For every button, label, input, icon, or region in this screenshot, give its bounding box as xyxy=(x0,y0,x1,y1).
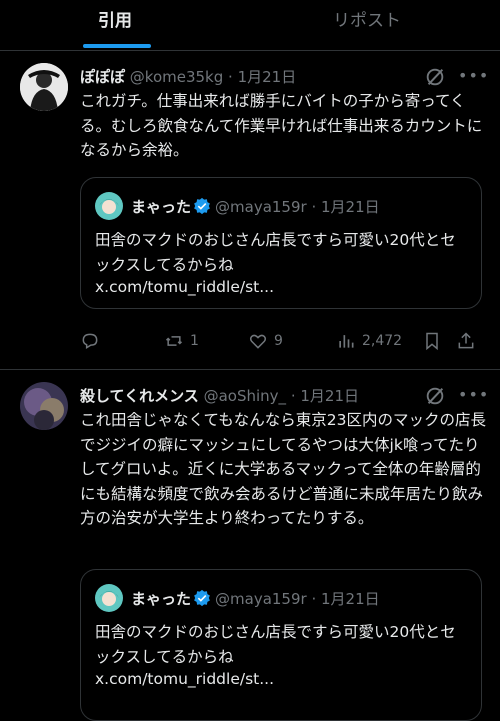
more-icon[interactable]: ••• xyxy=(458,66,489,85)
avatar[interactable] xyxy=(20,382,68,430)
post-text: これガチ。仕事出来れば勝手にバイトの子から寄ってくる。むしろ飲食なんて作業早けれ… xyxy=(80,92,483,159)
avatar[interactable] xyxy=(95,584,123,612)
bookmark-icon xyxy=(426,332,438,351)
share-icon xyxy=(458,332,474,349)
post-header: ぽぽぽ @kome35kg · 1月21日 xyxy=(80,66,296,87)
timestamp[interactable]: · 1月21日 xyxy=(228,68,296,86)
tab-quotes[interactable]: 引用 xyxy=(98,6,132,31)
tab-reposts[interactable]: リポスト xyxy=(333,6,401,31)
like-button[interactable]: 9 xyxy=(248,329,283,353)
avatar-image xyxy=(20,63,68,111)
quoted-post-header: まゃった @maya159r · 1月21日 xyxy=(131,588,380,609)
verified-badge-icon xyxy=(194,589,210,607)
display-name: まゃった xyxy=(131,590,192,608)
handle: @maya159r xyxy=(215,198,307,216)
quoted-post-link[interactable]: x.com/tomu_riddle/st... xyxy=(95,278,274,296)
share-button[interactable] xyxy=(456,329,476,353)
avatar-image xyxy=(95,192,123,220)
like-icon xyxy=(249,334,267,349)
grok-icon[interactable] xyxy=(424,66,446,88)
repost-icon xyxy=(165,336,183,346)
post-header: 殺してくれメンス @aoShiny_ · 1月21日 xyxy=(80,385,359,406)
handle: @maya159r xyxy=(215,590,307,608)
quoted-post[interactable]: まゃった @maya159r · 1月21日 田舎のマクドのおじさん店長ですら可愛… xyxy=(80,177,482,309)
display-name[interactable]: 殺してくれメンス xyxy=(80,387,199,405)
avatar[interactable] xyxy=(95,192,123,220)
timestamp: · 1月21日 xyxy=(311,198,380,216)
avatar-image xyxy=(20,382,68,430)
timestamp: · 1月21日 xyxy=(311,590,380,608)
like-count: 9 xyxy=(274,333,283,349)
handle[interactable]: @kome35kg xyxy=(130,68,223,86)
quoted-post-text: 田舎のマクドのおじさん店長ですら可愛い20代とセックスしてるからね xyxy=(95,231,456,274)
views-icon xyxy=(339,335,354,348)
tab-bar: 引用 リポスト xyxy=(0,0,500,51)
repost-button[interactable]: 1 xyxy=(164,329,199,353)
quoted-post[interactable]: まゃった @maya159r · 1月21日 田舎のマクドのおじさん店長ですら可愛… xyxy=(80,569,482,721)
quoted-post-text: 田舎のマクドのおじさん店長ですら可愛い20代とセックスしてるからね xyxy=(95,623,456,666)
handle[interactable]: @aoShiny_ xyxy=(204,387,286,405)
quoted-post-header: まゃった @maya159r · 1月21日 xyxy=(131,196,380,217)
display-name[interactable]: ぽぽぽ xyxy=(80,68,125,86)
grok-icon[interactable] xyxy=(424,385,446,407)
avatar[interactable] xyxy=(20,63,68,111)
post[interactable]: 殺してくれメンス @aoShiny_ · 1月21日 ••• これ田舎じゃなくて… xyxy=(0,370,500,721)
post-text: これ田舎じゃなくてもなんなら東京23区内のマックの店長でジジイの癖にマッシュにし… xyxy=(80,411,486,527)
avatar-image xyxy=(95,584,123,612)
post[interactable]: ぽぽぽ @kome35kg · 1月21日 ••• これガチ。仕事出来れば勝手に… xyxy=(0,51,500,369)
repost-count: 1 xyxy=(190,333,199,349)
reply-button[interactable] xyxy=(80,329,106,353)
verified-badge-icon xyxy=(194,197,210,215)
more-icon[interactable]: ••• xyxy=(458,385,489,404)
post-actions: 1 9 2,472 xyxy=(80,329,500,353)
active-tab-indicator xyxy=(83,44,151,48)
bookmark-button[interactable] xyxy=(422,329,442,353)
display-name: まゃった xyxy=(131,198,192,216)
quoted-post-link[interactable]: x.com/tomu_riddle/st... xyxy=(95,670,274,688)
timestamp[interactable]: · 1月21日 xyxy=(291,387,359,405)
views-button[interactable]: 2,472 xyxy=(336,329,402,353)
view-count: 2,472 xyxy=(362,333,403,349)
reply-icon xyxy=(82,333,98,349)
